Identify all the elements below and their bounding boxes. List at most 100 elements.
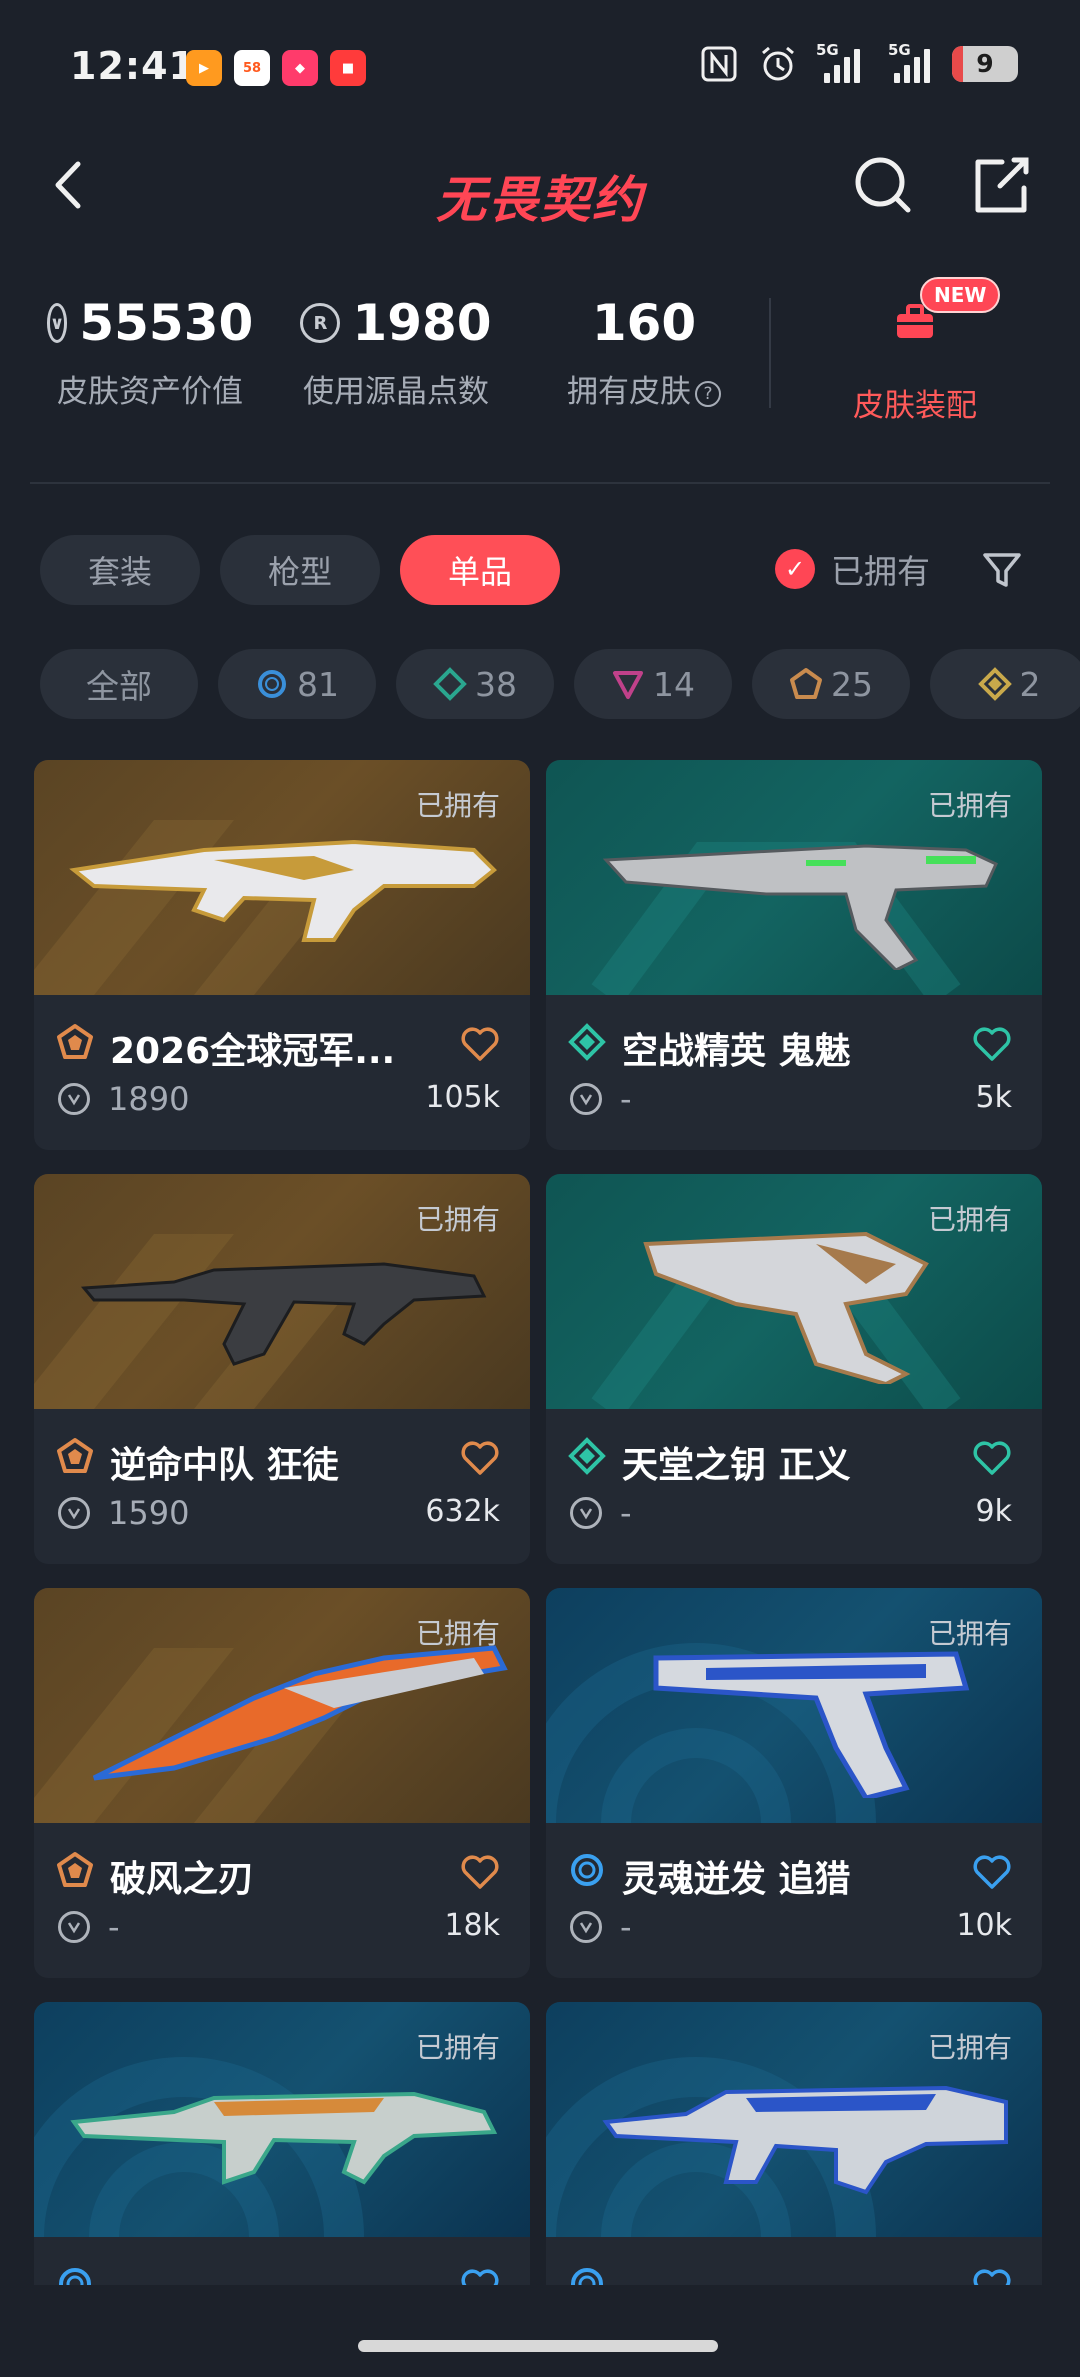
price-row: - <box>570 1494 632 1532</box>
skin-name: 破风之刃 <box>110 1859 255 1900</box>
rarity-chip-label: 2 <box>1019 664 1041 704</box>
owned-tag: 已拥有 <box>927 789 1012 822</box>
price-row: 1890 <box>58 1080 189 1118</box>
home-indicator[interactable] <box>358 2340 718 2352</box>
select-rarity-icon <box>571 2268 603 2285</box>
search-button[interactable] <box>848 150 918 220</box>
select-rarity-icon <box>59 2268 91 2285</box>
tab-single-items[interactable]: 单品 <box>400 535 560 605</box>
skin-card[interactable]: 已拥有天堂之钥 正义 - 9k <box>546 1174 1042 1564</box>
skin-name: 天堂之钥 正义 <box>622 1445 851 1486</box>
owned-filter-toggle[interactable]: ✓ 已拥有 <box>775 545 930 593</box>
owned-tag: 已拥有 <box>415 789 500 822</box>
tab-weapon-types[interactable]: 枪型 <box>220 535 380 605</box>
skin-name: 2026全球冠军... <box>110 1031 396 1072</box>
asset-value-label: 皮肤资产价值 <box>57 374 243 410</box>
radianite-label: 使用源晶点数 <box>303 374 489 410</box>
status-indicators: 5G 5G 9 <box>700 41 1018 84</box>
heart-icon[interactable] <box>460 1440 500 1476</box>
signal-1-label: 5G <box>816 41 839 59</box>
stats-divider <box>769 298 771 408</box>
favorite-count: 10k <box>956 1908 1012 1943</box>
rarity-chip-premium[interactable]: 14 <box>574 649 732 719</box>
heart-icon[interactable] <box>972 1854 1012 1890</box>
new-badge: NEW <box>920 277 1001 313</box>
owned-tag: 已拥有 <box>927 1203 1012 1236</box>
skin-image: 已拥有 <box>546 2002 1042 2237</box>
heart-icon[interactable] <box>972 2268 1012 2285</box>
share-button[interactable] <box>966 150 1036 220</box>
favorite-count: 632k <box>425 1494 500 1529</box>
skin-name: 逆命中队 狂徒 <box>110 1445 339 1486</box>
owned-tag: 已拥有 <box>927 2031 1012 2064</box>
exclusive-rarity-icon <box>57 1852 93 1887</box>
select-rarity-icon <box>258 670 286 698</box>
rarity-chip-all[interactable]: 全部 <box>40 649 198 719</box>
skin-count: 160 <box>591 294 697 352</box>
filter-button[interactable] <box>980 548 1024 592</box>
status-time: 12:41 <box>70 44 196 88</box>
heart-icon[interactable] <box>460 1026 500 1062</box>
heart-icon[interactable] <box>460 1854 500 1890</box>
skin-card[interactable]: 已拥有 <box>546 2002 1042 2285</box>
favorite-count: 9k <box>975 1494 1012 1529</box>
owned-filter-label: 已拥有 <box>831 552 930 591</box>
skin-price: 1590 <box>108 1494 190 1532</box>
rarity-filter-row: 全部 81 38 14 25 2 <box>40 649 1080 721</box>
heart-icon[interactable] <box>972 1440 1012 1476</box>
tab-bundles[interactable]: 套装 <box>40 535 200 605</box>
back-button[interactable] <box>40 150 110 220</box>
help-icon[interactable]: ? <box>695 380 721 407</box>
owned-tag: 已拥有 <box>415 1617 500 1650</box>
skin-count-label: 拥有皮肤 <box>567 374 691 410</box>
heart-icon[interactable] <box>972 1026 1012 1062</box>
asset-value: 55530 <box>79 294 254 352</box>
skin-image: 已拥有 <box>34 2002 530 2237</box>
skin-card[interactable]: 已拥有逆命中队 狂徒 1590 632k <box>34 1174 530 1564</box>
vp-coin-icon <box>58 1083 90 1115</box>
58-app-icon: 58 <box>234 50 270 86</box>
owned-tag: 已拥有 <box>927 1617 1012 1650</box>
skin-image: 已拥有 <box>34 1174 530 1409</box>
skin-price: - <box>620 1494 632 1532</box>
skin-grid: 已拥有 2026全球冠军... 1890 105k 已拥有 空战精英 鬼魅 -5k 已拥有 逆命… <box>34 760 1046 2285</box>
skin-card[interactable]: 已拥有 破风之刃 - 18k <box>34 1588 530 1978</box>
rarity-chip-exclusive[interactable]: 25 <box>752 649 910 719</box>
signal-2-icon: 5G <box>880 41 932 83</box>
radianite-value: 1980 <box>352 294 492 352</box>
skin-count-stat[interactable]: 160 拥有皮肤? <box>556 290 732 411</box>
skin-image: 已拥有 <box>34 1588 530 1823</box>
skin-card[interactable]: 已拥有 <box>34 2002 530 2285</box>
skin-equip-label: 皮肤装配 <box>853 388 977 424</box>
app-header: 无畏契约 <box>0 130 1080 240</box>
rarity-chip-label: 38 <box>475 664 517 704</box>
rarity-chip-deluxe[interactable]: 38 <box>396 649 554 719</box>
skin-price: - <box>620 1080 632 1118</box>
app-title-logo: 无畏契约 <box>436 171 644 229</box>
skin-price: - <box>620 1908 632 1946</box>
deluxe-rarity-icon <box>568 1437 606 1475</box>
skin-name: 灵魂迸发 追猎 <box>622 1859 851 1900</box>
vp-coin-icon <box>570 1083 602 1115</box>
exclusive-rarity-icon <box>57 1024 93 1059</box>
radianite-stat: R 1980 使用源晶点数 <box>296 290 496 411</box>
skin-name: 空战精英 鬼魅 <box>622 1031 851 1072</box>
battery-icon: 9 <box>952 46 1018 82</box>
news-app-icon: ■ <box>330 50 366 86</box>
skin-card[interactable]: 已拥有 空战精英 鬼魅 - 5k <box>546 760 1042 1150</box>
ultra-rarity-icon <box>977 667 1012 701</box>
status-app-icons: ▶ 58 ◆ ■ <box>186 50 366 86</box>
rarity-chip-ultra[interactable]: 2 <box>930 649 1080 719</box>
radianite-coin-icon: R <box>300 303 341 343</box>
heart-icon[interactable] <box>460 2268 500 2285</box>
rarity-chip-select[interactable]: 81 <box>218 649 376 719</box>
vp-coin-icon <box>58 1497 90 1529</box>
rarity-chip-label: 81 <box>297 664 339 704</box>
skin-image: 已拥有 <box>546 1588 1042 1823</box>
signal-2-label: 5G <box>888 41 911 59</box>
rarity-chip-label: 14 <box>653 664 695 704</box>
nfc-icon <box>701 46 737 82</box>
skin-card[interactable]: 已拥有 2026全球冠军... 1890 105k <box>34 760 530 1150</box>
skin-card[interactable]: 已拥有灵魂迸发 追猎 - 10k <box>546 1588 1042 1978</box>
skin-price: - <box>108 1908 120 1946</box>
